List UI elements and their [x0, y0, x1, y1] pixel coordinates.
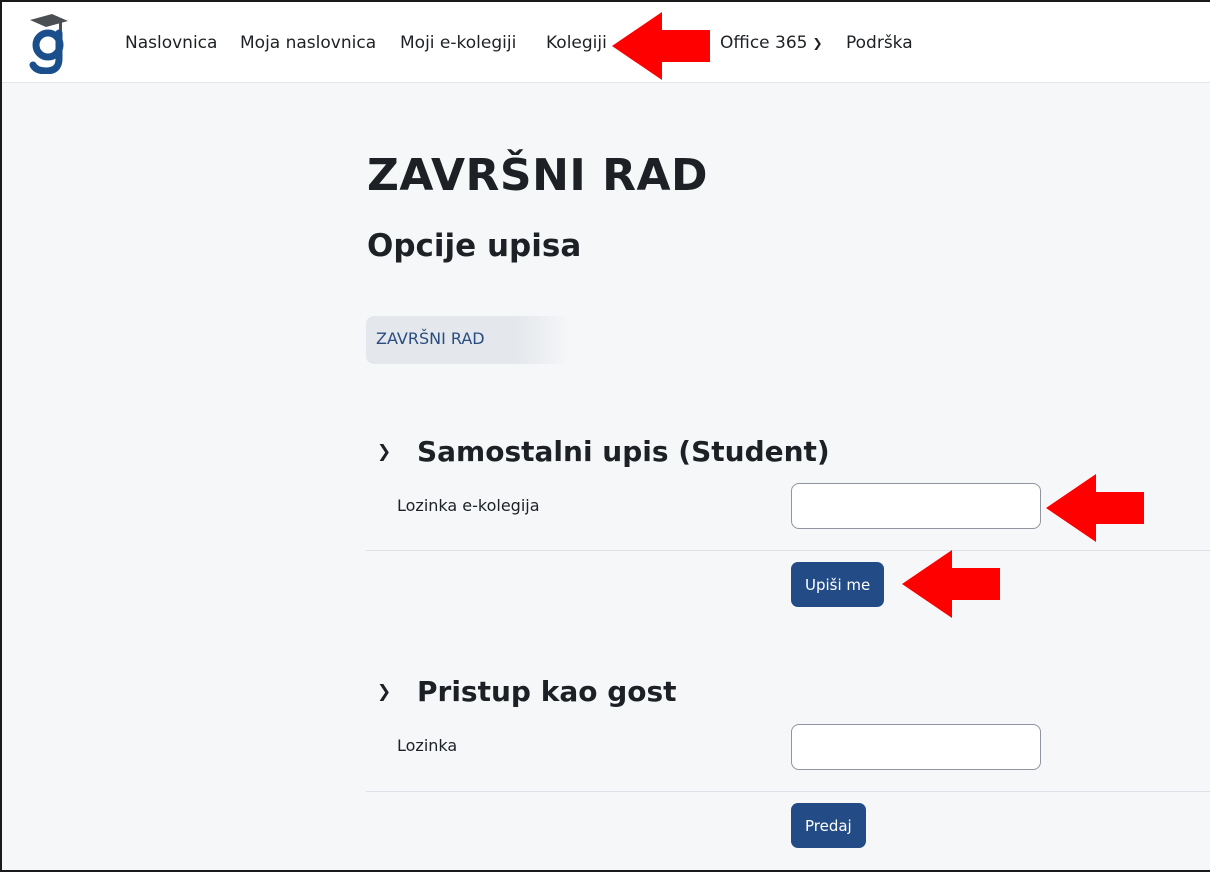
- enrol-key-label: Lozinka e-kolegija: [397, 496, 540, 515]
- nav-support[interactable]: Podrška: [846, 33, 913, 53]
- submit-button[interactable]: Predaj: [791, 803, 866, 848]
- chevron-down-icon[interactable]: ❯: [377, 442, 417, 462]
- guest-password-label: Lozinka: [397, 736, 458, 755]
- red-arrow-icon: [612, 12, 710, 80]
- guest-section-header[interactable]: ❯ Pristup kao gost: [377, 675, 677, 708]
- guest-password-input[interactable]: [791, 724, 1041, 770]
- nav-courses[interactable]: Kolegiji: [546, 33, 607, 53]
- breadcrumb-course-link[interactable]: ZAVRŠNI RAD: [376, 329, 485, 348]
- red-arrow-icon: [1046, 474, 1144, 542]
- page-title: ZAVRŠNI RAD: [367, 150, 709, 201]
- enrol-me-button[interactable]: Upiši me: [791, 562, 885, 607]
- chevron-down-icon[interactable]: ❯: [377, 682, 417, 702]
- nav-office-365[interactable]: Office 365 ❯: [720, 33, 823, 53]
- enrol-key-input[interactable]: [791, 483, 1041, 529]
- chevron-down-icon: ❯: [812, 36, 823, 50]
- self-enrol-section-header[interactable]: ❯ Samostalni upis (Student): [377, 435, 830, 468]
- guest-heading: Pristup kao gost: [417, 675, 677, 708]
- nav-office-365-label: Office 365: [720, 33, 808, 53]
- self-enrol-heading: Samostalni upis (Student): [417, 435, 830, 468]
- nav-home[interactable]: Naslovnica: [125, 33, 217, 53]
- section-divider: [366, 550, 1210, 551]
- nav-my-courses[interactable]: Moji e-kolegiji: [400, 33, 516, 53]
- red-arrow-icon: [902, 550, 1000, 618]
- section-divider: [366, 791, 1210, 792]
- nav-my-home[interactable]: Moja naslovnica: [240, 33, 376, 53]
- page-subtitle: Opcije upisa: [367, 228, 582, 264]
- breadcrumb: ZAVRŠNI RAD: [366, 316, 571, 364]
- site-logo-icon[interactable]: [26, 12, 70, 74]
- top-navbar: Naslovnica Moja naslovnica Moji e-kolegi…: [0, 0, 1210, 83]
